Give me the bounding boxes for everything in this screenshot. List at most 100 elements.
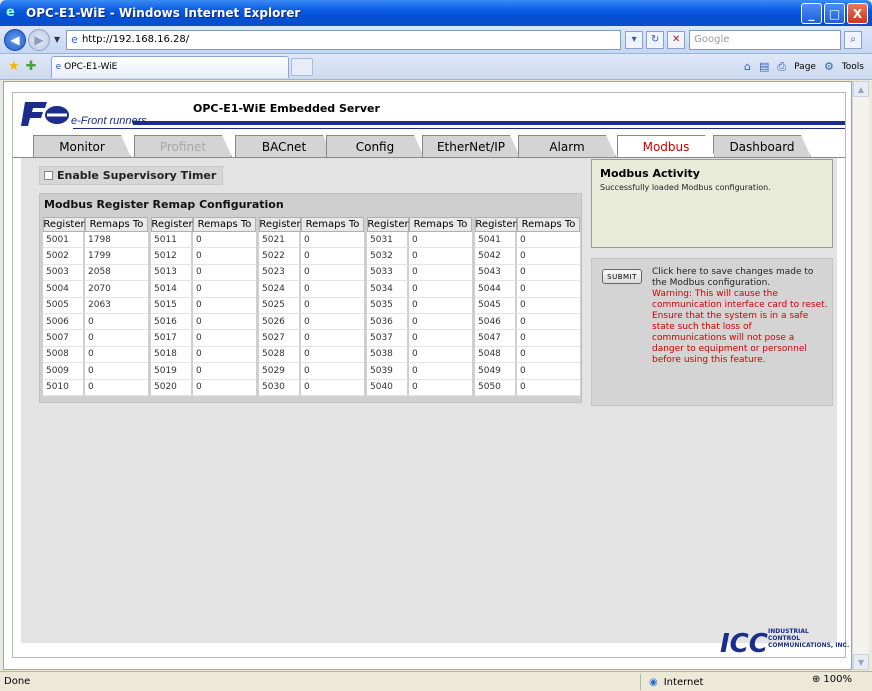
remaps-to-input[interactable]: 0 — [85, 313, 148, 331]
remaps-to-input[interactable]: 0 — [301, 379, 364, 396]
remaps-to-input[interactable]: 0 — [517, 363, 580, 380]
remaps-to-input[interactable]: 0 — [409, 313, 472, 331]
security-zone[interactable]: ◉ Internet — [640, 674, 780, 690]
tab-monitor[interactable]: Monitor — [33, 135, 131, 157]
remaps-to-input[interactable]: 0 — [301, 248, 364, 265]
tab-modbus[interactable]: Modbus — [617, 135, 715, 157]
tab-profinet: Profinet — [134, 135, 232, 157]
remaps-to-input[interactable]: 0 — [409, 264, 472, 282]
search-icon[interactable]: ⌕ — [844, 30, 863, 49]
remaps-to-input[interactable]: 0 — [301, 232, 364, 249]
remaps-to-input[interactable]: 0 — [301, 346, 364, 364]
remaps-to-input[interactable]: 0 — [409, 248, 472, 265]
address-dropdown-icon[interactable]: ▾ — [625, 30, 644, 49]
maximize-button[interactable]: □ — [824, 3, 845, 24]
remaps-to-input[interactable]: 0 — [517, 281, 580, 298]
back-button[interactable]: ◀ — [4, 28, 26, 51]
remaps-to-input[interactable]: 2063 — [85, 297, 148, 314]
tools-menu[interactable]: Tools — [842, 62, 864, 72]
history-dropdown-icon[interactable]: ▼ — [54, 35, 60, 44]
remaps-to-input[interactable]: 2058 — [85, 264, 148, 282]
tab-dashboard[interactable]: Dashboard — [713, 135, 811, 157]
remaps-to-input[interactable]: 1799 — [85, 248, 148, 265]
remap-row: 5036 0 — [367, 313, 472, 331]
remaps-to-input[interactable]: 0 — [409, 330, 472, 347]
register-cell: 5040 — [367, 379, 409, 396]
remaps-to-input[interactable]: 0 — [85, 346, 148, 364]
remaps-to-input[interactable]: 0 — [301, 313, 364, 331]
tab-config[interactable]: Config — [326, 135, 424, 157]
register-cell: 5021 — [259, 232, 301, 249]
scroll-up-icon[interactable]: ▲ — [853, 81, 869, 97]
supervisory-timer-toggle[interactable]: Enable Supervisory Timer — [39, 166, 224, 185]
tab-alarm[interactable]: Alarm — [518, 135, 616, 157]
register-cell: 5039 — [367, 363, 409, 380]
remaps-to-input[interactable]: 0 — [85, 330, 148, 347]
register-cell: 5026 — [259, 313, 301, 331]
register-cell: 5011 — [151, 232, 193, 249]
remaps-to-input[interactable]: 0 — [193, 232, 256, 249]
submit-button[interactable]: SUBMIT — [602, 269, 642, 284]
feeds-icon[interactable]: ▤ — [759, 60, 769, 73]
remaps-to-input[interactable]: 0 — [517, 248, 580, 265]
remaps-to-input[interactable]: 0 — [193, 264, 256, 282]
page-menu[interactable]: Page — [794, 62, 816, 72]
remap-row: 5037 0 — [367, 330, 472, 347]
remaps-to-input[interactable]: 0 — [193, 379, 256, 396]
remaps-to-input[interactable]: 0 — [409, 346, 472, 364]
remaps-to-input[interactable]: 0 — [409, 232, 472, 249]
remaps-to-input[interactable]: 0 — [193, 297, 256, 314]
forward-button[interactable]: ▶ — [28, 28, 50, 51]
close-button[interactable]: X — [847, 3, 868, 24]
remaps-to-input[interactable]: 0 — [409, 379, 472, 396]
remaps-to-input[interactable]: 0 — [85, 379, 148, 396]
remap-row: 5050 0 — [475, 379, 580, 396]
remaps-to-input[interactable]: 0 — [409, 363, 472, 380]
vertical-scrollbar[interactable]: ▲ ▼ — [852, 81, 869, 670]
remaps-to-input[interactable]: 0 — [193, 363, 256, 380]
window-title-bar[interactable]: e OPC-E1-WiE - Windows Internet Explorer… — [0, 0, 872, 26]
home-icon[interactable]: ⌂ — [744, 60, 751, 73]
address-input[interactable]: e http://192.168.16.28/ — [66, 29, 622, 50]
browser-tab[interactable]: e OPC-E1-WiE — [50, 55, 289, 78]
add-favorites-icon[interactable]: ✚ — [26, 59, 37, 74]
remaps-to-input[interactable]: 0 — [409, 281, 472, 298]
zoom-control[interactable]: ⊕ 100% — [812, 674, 852, 685]
remaps-to-input[interactable]: 0 — [517, 346, 580, 364]
remaps-to-input[interactable]: 0 — [301, 264, 364, 282]
remaps-to-input[interactable]: 0 — [193, 330, 256, 347]
remaps-to-input[interactable]: 0 — [517, 264, 580, 282]
print-icon[interactable]: ⎙ — [777, 60, 786, 74]
remaps-to-input[interactable]: 0 — [517, 297, 580, 314]
register-cell: 5041 — [475, 232, 517, 249]
minimize-button[interactable]: _ — [801, 3, 822, 24]
remaps-to-input[interactable]: 0 — [193, 313, 256, 331]
remaps-to-input[interactable]: 0 — [301, 281, 364, 298]
remaps-to-input[interactable]: 0 — [193, 248, 256, 265]
tab-ethernet-ip[interactable]: EtherNet/IP — [422, 135, 520, 157]
icc-text-line-1: INDUSTRIAL — [768, 628, 809, 635]
remap-row: 5027 0 — [259, 330, 364, 347]
new-tab-button[interactable] — [290, 57, 313, 76]
stop-icon[interactable]: ✕ — [667, 30, 686, 49]
remaps-to-input[interactable]: 0 — [301, 330, 364, 347]
remaps-to-input[interactable]: 1798 — [85, 232, 148, 249]
favorites-star-icon[interactable]: ★ — [8, 59, 20, 74]
remaps-to-input[interactable]: 0 — [517, 232, 580, 249]
remaps-to-input[interactable]: 0 — [193, 346, 256, 364]
remaps-to-input[interactable]: 0 — [85, 363, 148, 380]
remaps-to-input[interactable]: 0 — [517, 330, 580, 347]
url-text: http://192.168.16.28/ — [81, 34, 190, 45]
supervisory-checkbox[interactable] — [44, 171, 53, 180]
remaps-to-input[interactable]: 0 — [301, 363, 364, 380]
scroll-down-icon[interactable]: ▼ — [853, 654, 869, 670]
remaps-to-input[interactable]: 0 — [517, 379, 580, 396]
remaps-to-input[interactable]: 0 — [193, 281, 256, 298]
tab-bacnet[interactable]: BACnet — [235, 135, 333, 157]
remaps-to-input[interactable]: 2070 — [85, 281, 148, 298]
remaps-to-input[interactable]: 0 — [409, 297, 472, 314]
refresh-icon[interactable]: ↻ — [646, 30, 665, 49]
remaps-to-input[interactable]: 0 — [301, 297, 364, 314]
remaps-to-input[interactable]: 0 — [517, 313, 580, 331]
search-input[interactable]: Google — [689, 29, 842, 50]
